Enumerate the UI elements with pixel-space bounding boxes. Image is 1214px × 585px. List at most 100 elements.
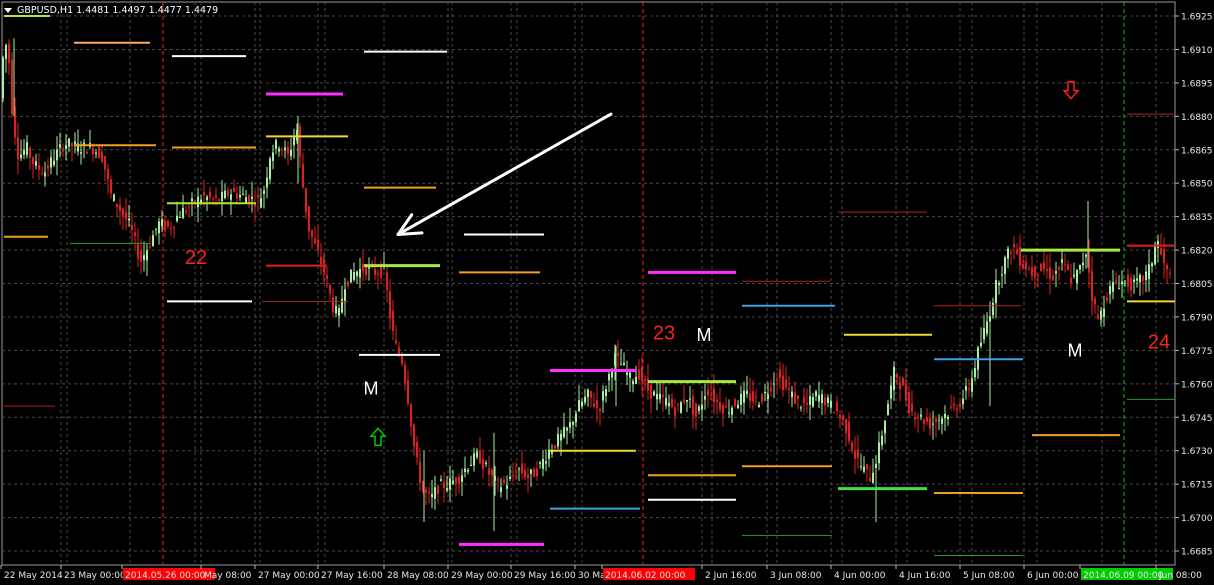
candle-bear bbox=[119, 205, 121, 211]
candle-bear bbox=[707, 389, 709, 396]
candle-bear bbox=[599, 409, 601, 412]
candle-bull bbox=[887, 403, 889, 416]
candle-bear bbox=[641, 367, 643, 382]
day-number-label: 22 bbox=[185, 247, 207, 269]
candle-bull bbox=[878, 442, 880, 464]
y-tick-label: 1.6685 bbox=[1181, 548, 1213, 558]
candle-bear bbox=[218, 199, 220, 201]
candle-bull bbox=[1136, 278, 1138, 281]
candle-bear bbox=[107, 168, 109, 180]
candle-bull bbox=[1109, 286, 1111, 295]
candle-bull bbox=[974, 368, 976, 378]
candle-bear bbox=[365, 265, 367, 276]
candle-bull bbox=[275, 139, 277, 149]
candle-bear bbox=[797, 395, 799, 400]
candle-bull bbox=[584, 396, 586, 403]
candle-bull bbox=[938, 419, 940, 421]
candle-bull bbox=[290, 150, 292, 157]
candle-bear bbox=[1019, 247, 1021, 266]
candle-bear bbox=[956, 408, 958, 410]
candle-bear bbox=[851, 442, 853, 451]
candle-bull bbox=[1157, 240, 1159, 248]
candle-bear bbox=[98, 146, 100, 159]
candle-bear bbox=[416, 442, 418, 458]
candle-bull bbox=[266, 177, 268, 188]
y-tick-label: 1.6925 bbox=[1181, 13, 1213, 23]
candle-bull bbox=[983, 328, 985, 340]
candle-bull bbox=[635, 376, 637, 384]
candle-bear bbox=[923, 419, 925, 424]
candle-bear bbox=[86, 151, 88, 154]
candle-bear bbox=[794, 392, 796, 405]
candle-bull bbox=[863, 466, 865, 472]
candle-bear bbox=[755, 396, 757, 398]
candle-bull bbox=[659, 393, 661, 400]
candle-bear bbox=[1031, 267, 1033, 276]
candle-bull bbox=[2, 57, 4, 99]
candle-bear bbox=[776, 379, 778, 381]
candle-bear bbox=[167, 220, 169, 227]
candle-bear bbox=[497, 479, 499, 481]
y-tick-label: 1.6835 bbox=[1181, 213, 1213, 223]
candle-bear bbox=[1064, 263, 1066, 265]
candle-bull bbox=[548, 449, 550, 459]
candle-bull bbox=[1055, 271, 1057, 274]
y-tick-label: 1.6730 bbox=[1181, 447, 1213, 457]
y-tick-label: 1.6850 bbox=[1181, 180, 1213, 190]
candle-bear bbox=[1058, 267, 1060, 270]
candle-bear bbox=[92, 147, 94, 154]
candle-bear bbox=[326, 275, 328, 279]
candle-bear bbox=[170, 227, 172, 229]
candle-bear bbox=[1127, 274, 1129, 287]
dropdown-triangle-icon[interactable] bbox=[4, 7, 12, 13]
candle-bear bbox=[401, 355, 403, 364]
y-tick-label: 1.6805 bbox=[1181, 280, 1213, 290]
candle-bear bbox=[926, 417, 928, 422]
candle-bear bbox=[380, 265, 382, 278]
candle-bull bbox=[620, 364, 622, 366]
candle-bear bbox=[650, 384, 652, 399]
candle-bull bbox=[338, 308, 340, 316]
candle-bear bbox=[836, 401, 838, 412]
candle-bull bbox=[518, 468, 520, 470]
candle-bull bbox=[944, 413, 946, 419]
candle-bull bbox=[239, 194, 241, 198]
candle-bull bbox=[182, 207, 184, 219]
candle-bull bbox=[530, 469, 532, 474]
x-tick-label: 23 May 00:00 bbox=[64, 571, 126, 581]
candle-bear bbox=[788, 388, 790, 390]
candle-bear bbox=[386, 272, 388, 290]
candle-bull bbox=[251, 196, 253, 199]
candle-bear bbox=[455, 478, 457, 484]
candle-bull bbox=[740, 393, 742, 405]
candle-bull bbox=[920, 414, 922, 417]
candle-bear bbox=[299, 126, 301, 157]
candle-bull bbox=[701, 404, 703, 410]
candle-bear bbox=[317, 239, 319, 251]
candle-bull bbox=[56, 149, 58, 161]
candle-bull bbox=[263, 190, 265, 194]
candle-bear bbox=[503, 480, 505, 483]
candle-bull bbox=[1079, 265, 1081, 270]
candle-bear bbox=[908, 392, 910, 414]
y-tick-label: 1.6790 bbox=[1181, 313, 1213, 323]
candle-bull bbox=[995, 279, 997, 304]
candle-bull bbox=[470, 464, 472, 467]
day-number-label: 23 bbox=[653, 323, 675, 345]
candle-bull bbox=[245, 197, 247, 203]
candle-bull bbox=[44, 172, 46, 177]
candle-bull bbox=[572, 422, 574, 425]
candle-bear bbox=[749, 393, 751, 401]
candle-bull bbox=[872, 472, 874, 484]
candle-bull bbox=[155, 228, 157, 230]
candle-bear bbox=[533, 468, 535, 477]
day-number-label: 24 bbox=[1148, 331, 1170, 353]
candle-bear bbox=[845, 419, 847, 434]
candle-bear bbox=[842, 415, 844, 421]
candle-bull bbox=[815, 391, 817, 397]
candle-bear bbox=[761, 394, 763, 402]
candle-bull bbox=[704, 396, 706, 400]
candle-bear bbox=[524, 470, 526, 478]
price-chart[interactable]: 1.6925 1.6910 1.6895 1.6880 1.6865 1.6850 1.68… bbox=[0, 0, 1214, 585]
candle-bear bbox=[134, 232, 136, 237]
